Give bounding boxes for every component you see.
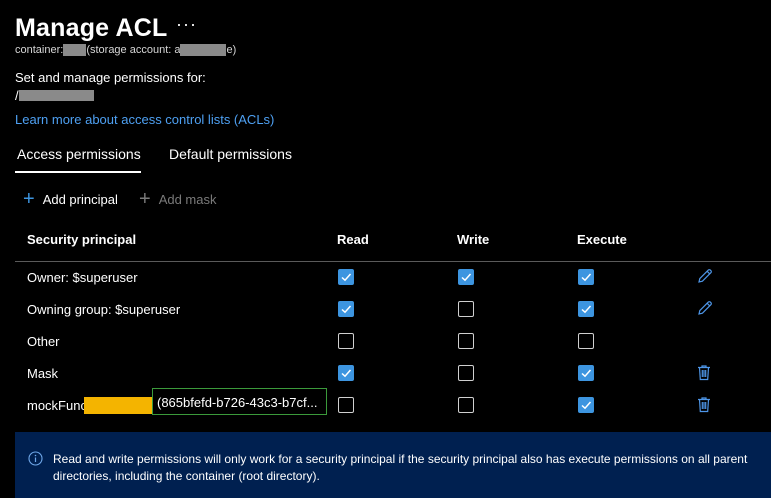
add-mask-button[interactable]: + Add mask bbox=[139, 188, 217, 210]
redacted-container-name bbox=[63, 44, 87, 56]
info-banner-text: Read and write permissions will only wor… bbox=[53, 452, 748, 483]
active-tab-indicator bbox=[15, 171, 141, 173]
storage-account-suffix: e) bbox=[226, 44, 237, 56]
header-divider bbox=[15, 261, 771, 262]
redacted-account-name bbox=[180, 44, 227, 56]
plus-icon: + bbox=[139, 188, 151, 210]
container-label: container: bbox=[15, 44, 64, 56]
target-path: / bbox=[15, 88, 94, 103]
page-title: Manage ACL bbox=[15, 14, 168, 42]
checkbox-mockfunc-execute[interactable] bbox=[578, 397, 594, 413]
storage-account-label: (storage account: a bbox=[86, 44, 181, 56]
permissions-for-label: Set and manage permissions for: bbox=[15, 70, 206, 85]
checkbox-mask-read[interactable] bbox=[338, 365, 354, 381]
column-header-read: Read bbox=[337, 232, 369, 247]
principal-owning-group: Owning group: $superuser bbox=[27, 302, 181, 317]
checkbox-owner-read[interactable] bbox=[338, 269, 354, 285]
checkbox-mockfunc-read[interactable] bbox=[338, 397, 354, 413]
checkbox-mask-execute[interactable] bbox=[578, 365, 594, 381]
redacted-principal-name bbox=[84, 397, 153, 414]
edit-icon[interactable] bbox=[696, 299, 714, 322]
edit-icon[interactable] bbox=[696, 267, 714, 290]
add-mask-label: Add mask bbox=[158, 191, 217, 207]
checkbox-other-execute[interactable] bbox=[578, 333, 594, 349]
info-banner: Read and write permissions will only wor… bbox=[15, 432, 771, 498]
add-principal-label: Add principal bbox=[42, 191, 118, 207]
checkbox-owner-write[interactable] bbox=[458, 269, 474, 285]
checkbox-other-write[interactable] bbox=[458, 333, 474, 349]
learn-more-link[interactable]: Learn more about access control lists (A… bbox=[15, 112, 274, 127]
checkbox-owner-execute[interactable] bbox=[578, 269, 594, 285]
checkbox-group-write[interactable] bbox=[458, 301, 474, 317]
plus-icon: + bbox=[23, 188, 35, 210]
delete-icon[interactable] bbox=[696, 396, 712, 418]
principal-owner: Owner: $superuser bbox=[27, 270, 138, 285]
column-header-execute: Execute bbox=[577, 232, 627, 247]
add-principal-button[interactable]: + Add principal bbox=[23, 188, 118, 210]
checkbox-group-execute[interactable] bbox=[578, 301, 594, 317]
tab-access-permissions[interactable]: Access permissions bbox=[17, 146, 141, 162]
principal-id-field[interactable]: (865bfefd-b726-43c3-b7cf... bbox=[152, 388, 327, 415]
more-options-button[interactable]: ··· bbox=[176, 14, 197, 35]
tab-default-permissions[interactable]: Default permissions bbox=[169, 146, 292, 162]
checkbox-mockfunc-write[interactable] bbox=[458, 397, 474, 413]
container-info: container: (storage account: a e) bbox=[15, 44, 236, 56]
redacted-path bbox=[18, 90, 94, 101]
principal-mask: Mask bbox=[27, 366, 59, 381]
info-icon bbox=[28, 451, 43, 471]
checkbox-group-read[interactable] bbox=[338, 301, 354, 317]
checkbox-other-read[interactable] bbox=[338, 333, 354, 349]
delete-icon[interactable] bbox=[696, 364, 712, 386]
principal-mockfunc: mockFunc bbox=[27, 398, 87, 413]
column-header-principal: Security principal bbox=[27, 232, 137, 247]
principal-other: Other bbox=[27, 334, 60, 349]
checkbox-mask-write[interactable] bbox=[458, 365, 474, 381]
column-header-write: Write bbox=[457, 232, 490, 247]
